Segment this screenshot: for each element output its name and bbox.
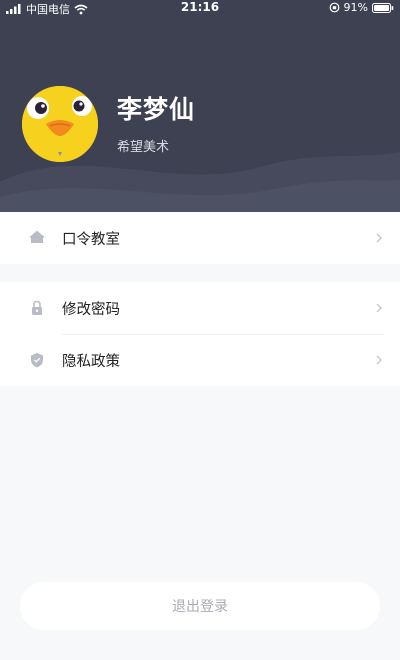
avatar[interactable] xyxy=(22,86,98,162)
status-bar: 中国电信 21:16 91% xyxy=(0,0,400,16)
lock-icon xyxy=(32,300,42,315)
menu-item-change-password[interactable]: 修改密码 xyxy=(0,282,400,334)
battery-percent: 91% xyxy=(343,1,368,14)
logout-button-label: 退出登录 xyxy=(172,599,228,615)
battery-icon xyxy=(372,2,394,13)
menu-item-label: 隐私政策 xyxy=(62,353,120,370)
duck-avatar-icon xyxy=(22,86,98,162)
menu-item-privacy-policy[interactable]: 隐私政策 xyxy=(0,334,400,386)
logout-button[interactable]: 退出登录 xyxy=(20,582,380,630)
profile-header: 中国电信 21:16 91% 李梦仙 希望美术 xyxy=(0,0,400,212)
menu-item-password-classroom[interactable]: 口令教室 xyxy=(0,212,400,264)
menu-group-settings: 修改密码 隐私政策 xyxy=(0,282,400,386)
orientation-lock-icon xyxy=(329,2,339,13)
menu-group-classroom: 口令教室 xyxy=(0,212,400,264)
home-icon xyxy=(29,230,45,243)
user-organization: 希望美术 xyxy=(117,140,170,155)
menu-item-label: 口令教室 xyxy=(62,231,120,248)
user-name: 李梦仙 xyxy=(117,95,196,124)
chevron-right-icon xyxy=(376,355,382,365)
chevron-right-icon xyxy=(376,303,382,313)
profile-screen: 中国电信 21:16 91% 李梦仙 希望美术 口令教室 修改密码 隐私政策 退… xyxy=(0,0,400,660)
chevron-right-icon xyxy=(376,233,382,243)
menu-item-label: 修改密码 xyxy=(62,301,120,318)
shield-icon xyxy=(31,353,43,368)
